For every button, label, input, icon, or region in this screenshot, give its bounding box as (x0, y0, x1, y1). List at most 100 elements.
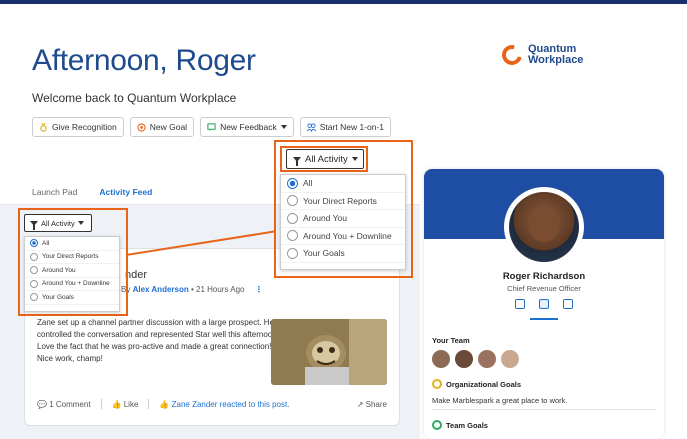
radio-selected-icon (287, 177, 298, 189)
team-member-avatar[interactable] (501, 350, 519, 368)
reaction-summary[interactable]: 👍 Zane Zander reacted to this post. (159, 400, 289, 409)
top-bar (0, 0, 687, 4)
post-footer: 💬 1 Comment 👍 Like 👍 Zane Zander reacted… (37, 399, 387, 409)
radio-icon (287, 195, 298, 207)
people-icon (306, 122, 316, 132)
filter-option-around-you-downline[interactable]: Around You + Downline (281, 228, 405, 245)
post-meta: By Alex Anderson • 21 Hours Ago ⋮ (121, 285, 263, 294)
medal-icon (40, 122, 47, 132)
start-one-on-one-button[interactable]: Start New 1-on-1 (299, 117, 392, 137)
radio-icon (287, 212, 298, 224)
comment-button[interactable]: 💬 1 Comment (37, 400, 91, 409)
logo-text: Quantum Workplace (528, 44, 583, 66)
goal-divider (432, 409, 656, 410)
like-button[interactable]: 👍 Like (112, 400, 139, 409)
radio-icon (30, 293, 38, 302)
profile-view-indicator (530, 318, 558, 320)
feedback-icon (207, 122, 216, 131)
team-member-avatar[interactable] (478, 350, 496, 368)
action-bar: Give Recognition New Goal New Feedback S… (32, 117, 392, 137)
filter-option-your-goals[interactable]: Your Goals (25, 291, 119, 305)
share-label: Share (365, 399, 387, 409)
radio-icon (287, 230, 298, 242)
filter-option-direct-reports[interactable]: Your Direct Reports (281, 193, 405, 210)
more-options-icon[interactable]: ⋮ (255, 285, 263, 294)
filter-option-your-goals[interactable]: Your Goals (281, 245, 405, 263)
option-label: Your Direct Reports (42, 253, 99, 261)
start-one-on-one-label: Start New 1-on-1 (319, 122, 385, 132)
avatar[interactable] (504, 187, 584, 267)
radio-icon (30, 279, 38, 288)
activity-filter-menu: All Your Direct Reports Around You Aroun… (24, 236, 120, 312)
team-goals-heading: Team Goals (432, 420, 488, 430)
option-label: All (303, 178, 313, 189)
profile-view-icons (424, 299, 664, 309)
new-goal-label: New Goal (149, 122, 188, 132)
activity-filter-small: All Activity All Your Direct Reports Aro… (24, 214, 120, 312)
activity-filter-label: All Activity (305, 153, 348, 165)
comment-count: 1 Comment (49, 399, 91, 409)
filter-option-around-you[interactable]: Around You (25, 264, 119, 278)
post-recipient-name[interactable]: nder (125, 269, 147, 281)
activity-filter-label: All Activity (41, 218, 75, 228)
post-image[interactable] (271, 319, 387, 385)
option-label: Your Goals (42, 293, 74, 301)
filter-option-direct-reports[interactable]: Your Direct Reports (25, 251, 119, 264)
activity-filter-menu-enlarged: All Your Direct Reports Around You Aroun… (280, 174, 406, 270)
option-label: Around You + Downline (303, 230, 392, 241)
option-label: Around You (303, 213, 347, 224)
profile-name: Roger Richardson (502, 271, 586, 282)
profile-card: Roger Richardson Chief Revenue Officer Y… (424, 169, 664, 439)
page-title: Afternoon, Roger (32, 44, 256, 77)
filter-option-around-you-downline[interactable]: Around You + Downline (25, 278, 119, 291)
filter-icon (30, 220, 38, 230)
your-team-label: Your Team (432, 336, 470, 345)
filter-option-all[interactable]: All (281, 175, 405, 193)
radio-icon (287, 247, 298, 259)
give-recognition-label: Give Recognition (52, 122, 117, 132)
avatar-photo (509, 192, 579, 262)
activity-filter-button-enlarged[interactable]: All Activity (286, 149, 364, 169)
activity-filter-enlarged: All Activity All Your Direct Reports Aro… (280, 146, 406, 270)
chevron-down-icon (280, 125, 287, 129)
footer-divider (148, 399, 150, 409)
team-view-icon[interactable] (515, 299, 525, 309)
new-feedback-button[interactable]: New Feedback (200, 117, 294, 137)
share-button[interactable]: ↗ Share (357, 400, 387, 409)
filter-option-all[interactable]: All (25, 237, 119, 251)
team-member-avatar[interactable] (455, 350, 473, 368)
option-label: Your Direct Reports (303, 195, 377, 206)
radio-icon (30, 252, 38, 261)
person-view-icon[interactable] (539, 299, 549, 309)
target-icon (137, 122, 146, 132)
new-goal-button[interactable]: New Goal (129, 117, 195, 137)
option-label: All (42, 239, 50, 247)
team-member-avatar[interactable] (432, 350, 450, 368)
footer-divider (100, 399, 102, 409)
post-author-link[interactable]: Alex Anderson (133, 285, 189, 294)
org-goals-icon (432, 379, 442, 389)
filter-option-around-you[interactable]: Around You (281, 210, 405, 228)
org-chart-icon[interactable] (563, 299, 573, 309)
radio-icon (30, 266, 38, 275)
like-label: Like (123, 399, 139, 409)
option-label: Around You (42, 266, 76, 274)
give-recognition-button[interactable]: Give Recognition (32, 117, 124, 137)
quantum-workplace-logo[interactable]: Quantum Workplace (498, 41, 583, 69)
post-timestamp: • 21 Hours Ago (190, 285, 245, 294)
reaction-text: Zane Zander reacted to this post. (171, 399, 290, 409)
org-goals-label: Organizational Goals (446, 379, 522, 389)
option-label: Around You + Downline (42, 280, 110, 288)
activity-filter-button[interactable]: All Activity (24, 214, 92, 232)
profile-title: Chief Revenue Officer (507, 284, 581, 293)
logo-ring-icon (498, 41, 526, 69)
welcome-text: Welcome back to Quantum Workplace (32, 91, 237, 105)
filter-icon (293, 156, 301, 166)
org-goal-item[interactable]: Make Marblespark a great place to work. (432, 396, 567, 405)
new-feedback-label: New Feedback (220, 122, 277, 132)
team-goals-icon (432, 420, 442, 430)
team-goals-label: Team Goals (446, 420, 488, 430)
chevron-down-icon (351, 157, 358, 161)
option-label: Your Goals (303, 248, 345, 259)
post-body: Zane set up a channel partner discussion… (37, 318, 279, 363)
